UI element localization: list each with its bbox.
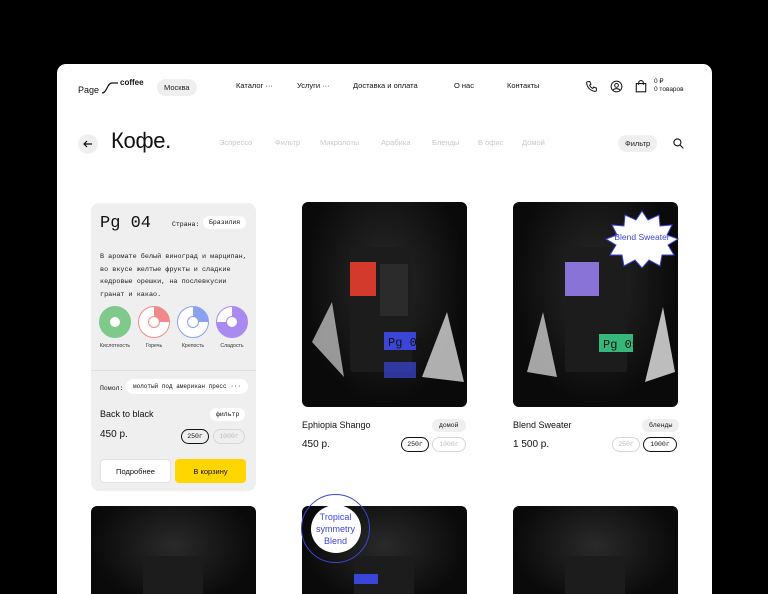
details-button[interactable]: Подробнее (100, 459, 171, 483)
cart-icon[interactable] (633, 78, 649, 94)
weight-250-option[interactable]: 250г (181, 429, 209, 444)
user-icon[interactable] (608, 78, 624, 94)
product-tag-ethiopia[interactable]: домой (432, 419, 466, 432)
bitterness-dial (138, 306, 170, 338)
add-to-cart-button[interactable]: В корзину (175, 459, 246, 483)
dial-center (148, 316, 160, 328)
product-price-blend-sweater: 1 500 р. (513, 439, 550, 450)
badge-text: Blend Sweater (614, 232, 670, 242)
logo-swoosh-icon (101, 82, 118, 94)
category-office[interactable]: В офис (478, 138, 503, 147)
nav-contacts[interactable]: Контакты (507, 81, 539, 90)
page-title: Кофе. (111, 128, 171, 153)
strength-label: Крепость (181, 343, 205, 349)
blend-weight-1000[interactable]: 1000г (643, 437, 677, 452)
dial-center (187, 316, 199, 328)
featured-name: Pg 04 (100, 214, 152, 233)
blend-weight-250[interactable]: 250г (612, 437, 640, 452)
acidity-label: Кислотность (99, 343, 131, 349)
back-button[interactable] (78, 134, 98, 154)
product-image-bottom-3[interactable] (513, 506, 678, 594)
dial-center (226, 316, 238, 328)
svg-text:Pg 05: Pg 05 (603, 338, 639, 352)
city-selector[interactable]: Москва (157, 79, 197, 96)
svg-text:Pg 02: Pg 02 (388, 336, 424, 350)
app-window: Page coffee Москва Каталог ··· Услуги ··… (57, 64, 712, 594)
featured-description: В аромате белый виноград и марципан, во … (100, 253, 247, 299)
search-button[interactable] (670, 135, 686, 151)
bitterness-label: Горечь (145, 343, 163, 349)
sweetness-dial (216, 306, 248, 338)
country-value: Бразилия (203, 216, 247, 229)
category-arabica[interactable]: Арабика (381, 138, 410, 147)
featured-product-name: Back to black (100, 409, 154, 419)
tropical-badge-text: Tropical symmetry Blend (310, 504, 361, 553)
logo[interactable]: Page coffee (78, 78, 148, 98)
cart-summary[interactable]: 0 ₽ 0 товаров (654, 78, 684, 94)
cart-sum: 0 ₽ (654, 78, 664, 85)
product-price-ethiopia: 450 р. (302, 439, 330, 450)
strength-dial (177, 306, 209, 338)
tropical-badge: Tropical symmetry Blend (301, 494, 370, 563)
product-image-bottom-1[interactable] (91, 506, 256, 594)
blend-sweater-badge: Blend Sweater (602, 208, 682, 273)
category-filter[interactable]: Фильтр (275, 138, 300, 147)
category-microlots[interactable]: Микролоты (320, 138, 359, 147)
sweetness-label: Сладость (220, 343, 244, 349)
dial-center (109, 316, 121, 328)
nav-services[interactable]: Услуги ··· (297, 81, 330, 90)
divider (91, 370, 256, 371)
acidity-dial (99, 306, 131, 338)
phone-icon[interactable] (583, 78, 599, 94)
featured-price: 450 р. (100, 429, 128, 440)
grind-label: Помол: (100, 385, 124, 392)
category-espresso[interactable]: Эспрессо (219, 138, 252, 147)
category-home[interactable]: Домой (522, 138, 545, 147)
weight-1000-option[interactable]: 1000г (213, 429, 245, 444)
logo-page-text: Page (78, 85, 100, 95)
country-label: Страна: (172, 221, 200, 228)
featured-tag[interactable]: фильтр (210, 408, 246, 421)
product-name-ethiopia[interactable]: Ephiopia Shango (302, 420, 371, 430)
product-image-ethiopia[interactable]: Pg 02 (302, 202, 467, 407)
nav-delivery[interactable]: Доставка и оплата (353, 81, 418, 90)
nav-catalog[interactable]: Каталог ··· (236, 81, 273, 90)
product-name-blend-sweater[interactable]: Blend Sweater (513, 420, 572, 430)
cart-count: 0 товаров (654, 86, 684, 93)
category-blends[interactable]: Бленды (432, 138, 459, 147)
search-icon (672, 137, 684, 149)
featured-product-card: Pg 04 Страна: Бразилия В аромате белый в… (91, 203, 256, 491)
ethiopia-weight-1000[interactable]: 1000г (432, 437, 466, 452)
grind-select[interactable]: молотый под американ пресс ··· (126, 379, 249, 394)
product-tag-blend-sweater[interactable]: бленды (642, 419, 680, 432)
nav-about[interactable]: О нас (454, 81, 474, 90)
ethiopia-weight-250[interactable]: 250г (401, 437, 429, 452)
arrow-left-icon (83, 140, 92, 148)
logo-coffee-text: coffee (120, 78, 144, 87)
filter-button[interactable]: Фильтр (618, 135, 658, 152)
